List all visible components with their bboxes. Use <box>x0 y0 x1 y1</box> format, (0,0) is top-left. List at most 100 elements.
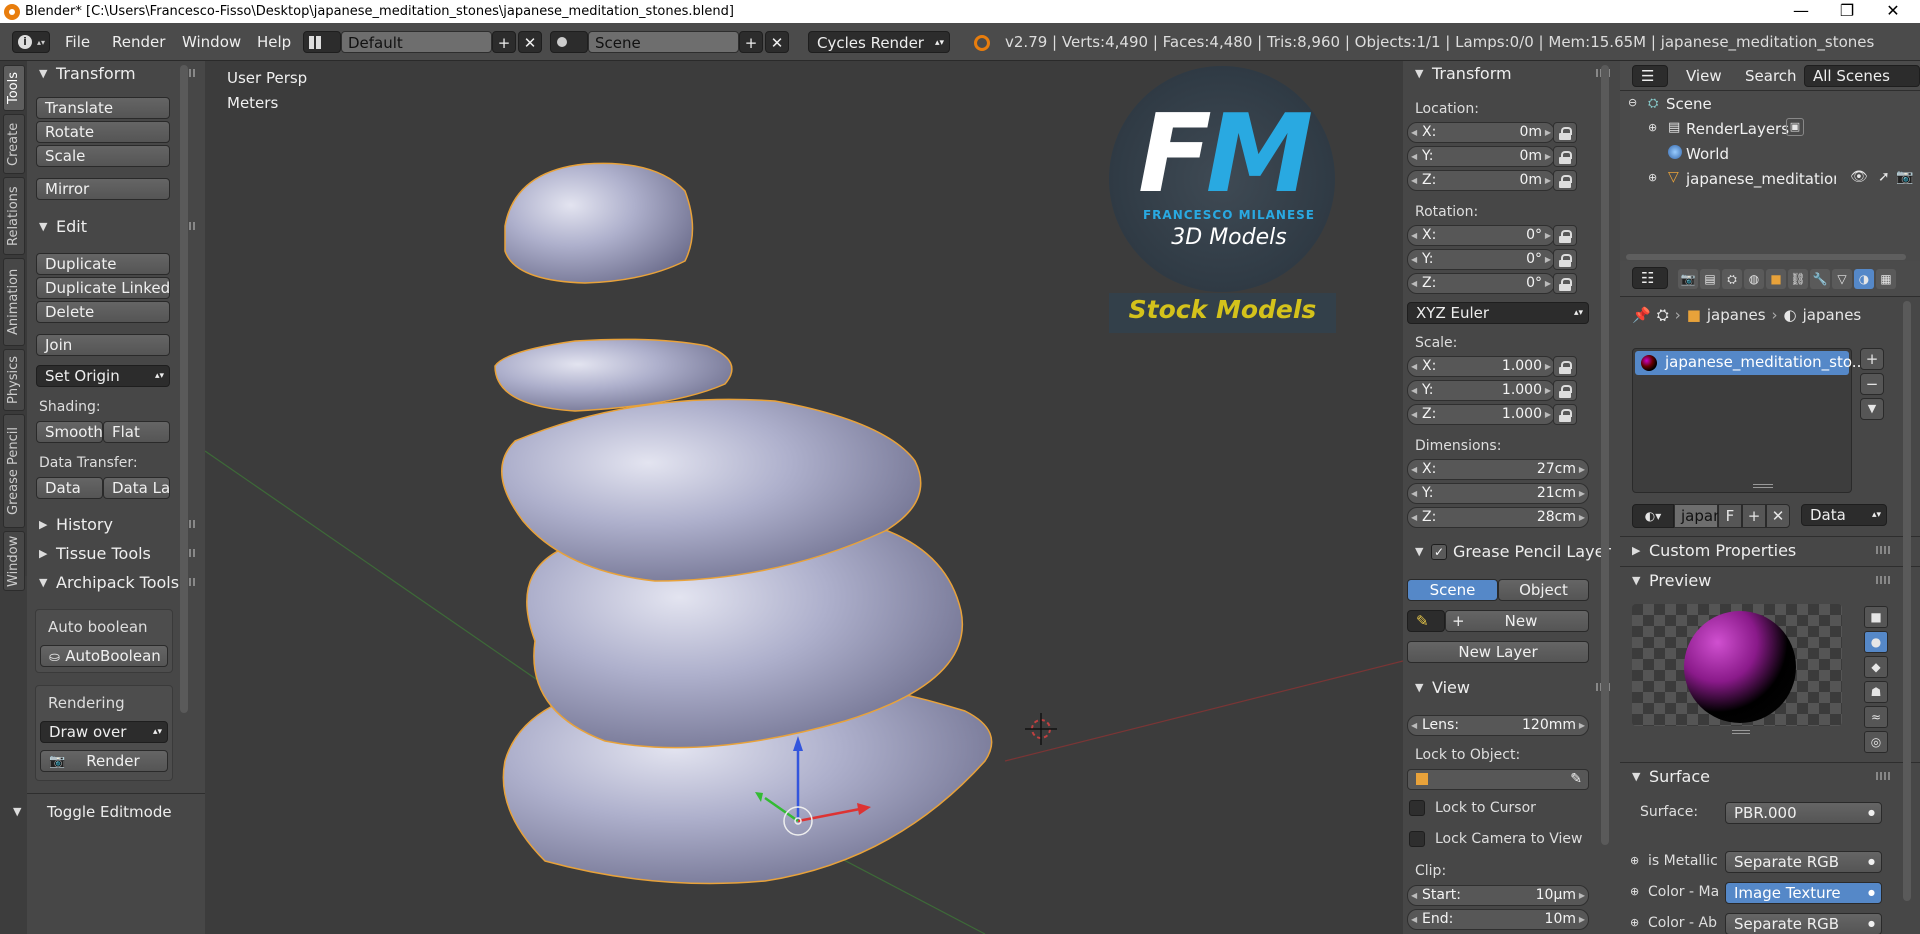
input-color-ma-select[interactable]: Image Texture ● <box>1725 882 1882 904</box>
material-tab-icon[interactable]: ◑ <box>1854 269 1874 289</box>
material-slot-list[interactable]: japanese_meditation_sto... <box>1632 348 1866 493</box>
tree-item-scene[interactable]: Scene <box>1666 95 1712 113</box>
data-button[interactable]: Data <box>36 477 103 499</box>
lock-scale-x-icon[interactable] <box>1553 356 1577 377</box>
editor-type-button[interactable]: i ▴▾ <box>12 31 50 53</box>
eyedropper-icon[interactable]: ✎ <box>1570 770 1582 789</box>
expand-input-icon[interactable]: ⊕ <box>1630 916 1639 929</box>
preview-plane-icon[interactable]: ■ <box>1864 606 1888 628</box>
archipack-render-button[interactable]: 📷 Render <box>40 750 168 772</box>
draw-over-select[interactable]: Draw over ▴▾ <box>40 721 168 743</box>
tab-tools[interactable]: Tools <box>3 65 25 111</box>
tree-item-world[interactable]: World <box>1686 145 1729 163</box>
rotation-x-field[interactable]: ◀ X: 0° ▶ <box>1407 225 1555 246</box>
gp-scene-button[interactable]: Scene <box>1407 579 1498 601</box>
outliner-menu-view[interactable]: View <box>1686 65 1722 87</box>
expand-icon[interactable]: ⊕ <box>1648 171 1657 184</box>
collapse-icon[interactable]: ⊖ <box>1628 96 1637 109</box>
slot-specials-button[interactable]: ▼ <box>1860 398 1884 420</box>
selectable-cursor-icon[interactable]: ➚ <box>1878 169 1890 185</box>
drag-grip-icon[interactable] <box>1876 772 1890 780</box>
render-tab-icon[interactable]: 📷 <box>1678 269 1698 289</box>
autoboolean-button[interactable]: ⛀ AutoBoolean <box>40 645 168 667</box>
clip-start-field[interactable]: ◀ Start: 10µm ▶ <box>1407 885 1589 906</box>
material-slot-item[interactable]: japanese_meditation_sto... <box>1635 351 1866 375</box>
dimensions-x-field[interactable]: ◀ X: 27cm ▶ <box>1407 459 1589 480</box>
location-x-field[interactable]: ◀ X: 0m ▶ <box>1407 122 1555 143</box>
remove-layout-icon[interactable]: ✕ <box>518 31 542 53</box>
toggle-editmode-header[interactable]: ▼ Toggle Editmode <box>13 799 205 825</box>
menu-file[interactable]: File <box>65 31 90 53</box>
preview-header[interactable]: ▼ Preview <box>1620 568 1900 594</box>
tissue-tools-panel-header[interactable]: ▶ Tissue Tools <box>27 541 205 567</box>
data-tab-icon[interactable]: ▽ <box>1832 269 1852 289</box>
minimize-button[interactable]: — <box>1778 0 1824 23</box>
gp-object-button[interactable]: Object <box>1498 579 1589 601</box>
translate-button[interactable]: Translate <box>36 97 170 119</box>
lock-location-z-icon[interactable] <box>1553 170 1577 191</box>
lock-rotation-y-icon[interactable] <box>1553 249 1577 270</box>
lock-location-y-icon[interactable] <box>1553 146 1577 167</box>
tree-item-renderlayers[interactable]: RenderLayers <box>1686 120 1789 138</box>
rotation-mode-select[interactable]: XYZ Euler ▴▾ <box>1407 302 1589 324</box>
duplicate-button[interactable]: Duplicate <box>36 253 170 275</box>
tab-relations[interactable]: Relations <box>3 177 25 255</box>
transform-panel-header[interactable]: ▼ Transform <box>27 61 205 87</box>
world-tab-icon[interactable]: ◍ <box>1744 269 1764 289</box>
grease-pencil-header[interactable]: ▼ ✓ Grease Pencil Layer <box>1403 539 1620 565</box>
duplicate-linked-button[interactable]: Duplicate Linked <box>36 277 170 299</box>
render-engine-select[interactable]: Cycles Render ▴▾ <box>808 31 950 53</box>
screen-layout-icon[interactable] <box>303 31 341 53</box>
outliner-editor-type[interactable]: ☰ <box>1632 65 1668 87</box>
grease-pencil-checkbox[interactable]: ✓ <box>1431 544 1447 560</box>
properties-editor-scrollbar[interactable] <box>1903 301 1911 901</box>
expand-icon[interactable]: ⊕ <box>1648 121 1657 134</box>
scale-x-field[interactable]: ◀ X: 1.000 ▶ <box>1407 356 1555 377</box>
input-is-metallic-select[interactable]: Separate RGB ● <box>1725 851 1882 873</box>
lock-scale-y-icon[interactable] <box>1553 380 1577 401</box>
tab-grease-pencil[interactable]: Grease Pencil <box>3 414 25 528</box>
tab-create[interactable]: Create <box>3 114 25 174</box>
scale-y-field[interactable]: ◀ Y: 1.000 ▶ <box>1407 380 1555 401</box>
lock-rotation-x-icon[interactable] <box>1553 225 1577 246</box>
transform-n-header[interactable]: ▼ Transform <box>1403 61 1620 87</box>
lock-scale-z-icon[interactable] <box>1553 404 1577 425</box>
rotate-button[interactable]: Rotate <box>36 121 170 143</box>
join-button[interactable]: Join <box>36 334 170 356</box>
input-color-ab-select[interactable]: Separate RGB ● <box>1725 913 1882 934</box>
history-panel-header[interactable]: ▶ History <box>27 512 205 538</box>
add-slot-button[interactable]: + <box>1860 348 1884 370</box>
3d-viewport[interactable]: User Persp Meters FM FRANCESCO MILANESE … <box>205 61 1403 934</box>
add-layout-icon[interactable]: + <box>492 31 516 53</box>
remove-slot-button[interactable]: − <box>1860 373 1884 395</box>
resize-handle-icon[interactable] <box>1732 730 1750 734</box>
dimensions-z-field[interactable]: ◀ Z: 28cm ▶ <box>1407 507 1589 528</box>
surface-node-select[interactable]: PBR.000 ● <box>1725 802 1882 824</box>
pin-icon[interactable]: 📌 <box>1632 306 1651 324</box>
material-name-field[interactable]: japan <box>1674 504 1723 528</box>
preview-hair-icon[interactable]: ≈ <box>1864 706 1888 728</box>
scene-tab-icon[interactable]: ⛭ <box>1722 269 1742 289</box>
scale-button[interactable]: Scale <box>36 145 170 167</box>
tree-item-object[interactable]: japanese_meditation_s <box>1686 170 1836 188</box>
clip-end-field[interactable]: ◀ End: 10m ▶ <box>1407 909 1589 930</box>
fake-user-button[interactable]: F <box>1718 504 1742 528</box>
surface-header[interactable]: ▼ Surface <box>1620 764 1900 790</box>
new-material-button[interactable]: + <box>1742 504 1766 528</box>
set-origin-select[interactable]: Set Origin ▴▾ <box>36 365 170 387</box>
edit-panel-header[interactable]: ▼ Edit <box>27 214 205 240</box>
tab-animation[interactable]: Animation <box>3 258 25 346</box>
expand-input-icon[interactable]: ⊕ <box>1630 885 1639 898</box>
unlink-material-button[interactable]: ✕ <box>1766 504 1790 528</box>
menu-render[interactable]: Render <box>112 31 165 53</box>
gp-new-button[interactable]: + New <box>1445 610 1589 632</box>
custom-properties-header[interactable]: ▶ Custom Properties <box>1620 538 1900 564</box>
drag-grip-icon[interactable] <box>1876 546 1890 554</box>
outliner-filter-select[interactable]: All Scenes <box>1804 65 1920 87</box>
tab-physics[interactable]: Physics <box>3 349 25 411</box>
add-scene-icon[interactable]: + <box>739 31 763 53</box>
tab-window[interactable]: Window <box>3 531 25 591</box>
mirror-button[interactable]: Mirror <box>36 178 170 200</box>
lock-cursor-checkbox[interactable] <box>1409 800 1425 816</box>
outliner-hscrollbar[interactable] <box>1626 254 1906 260</box>
